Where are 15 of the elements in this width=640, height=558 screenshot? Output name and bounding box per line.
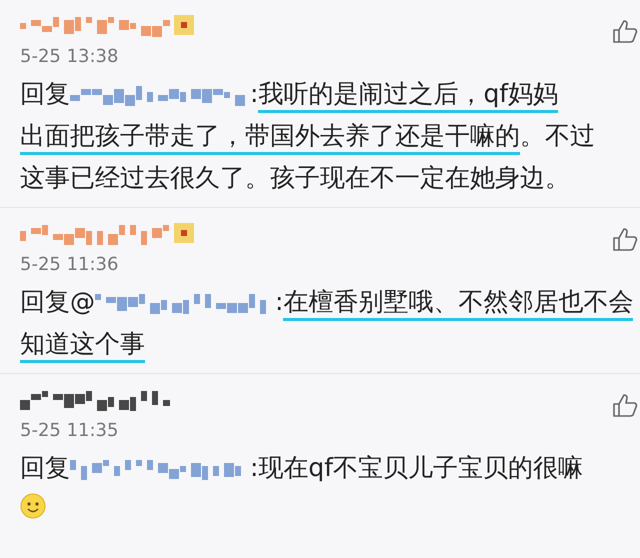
comment-line: :我听的是闹过之后，qf妈妈 [250, 73, 558, 115]
reply-label: 回复@ [20, 286, 95, 318]
comment-line: 出面把孩子带走了，带国外去养了还是干嘛的。不过 [20, 115, 595, 157]
comment-time: 5-25 11:36 [20, 254, 120, 275]
comment-line: :现在qf不宝贝儿子宝贝的很嘛 [250, 452, 584, 484]
reply-label: 回复 [20, 78, 70, 110]
comment-line: 知道这个事 [20, 323, 145, 365]
like-icon[interactable] [612, 18, 638, 44]
comment-line: 这事已经过去很久了。孩子现在不一定在她身边。 [20, 162, 570, 194]
reply-label: 回复 [20, 452, 70, 484]
comment-line: :在檀香别墅哦、不然邻居也不会 [275, 281, 634, 323]
comment-time: 5-25 11:35 [20, 420, 120, 441]
like-icon[interactable] [612, 392, 638, 418]
comment-time: 5-25 13:38 [20, 46, 120, 67]
like-icon[interactable] [612, 226, 638, 252]
